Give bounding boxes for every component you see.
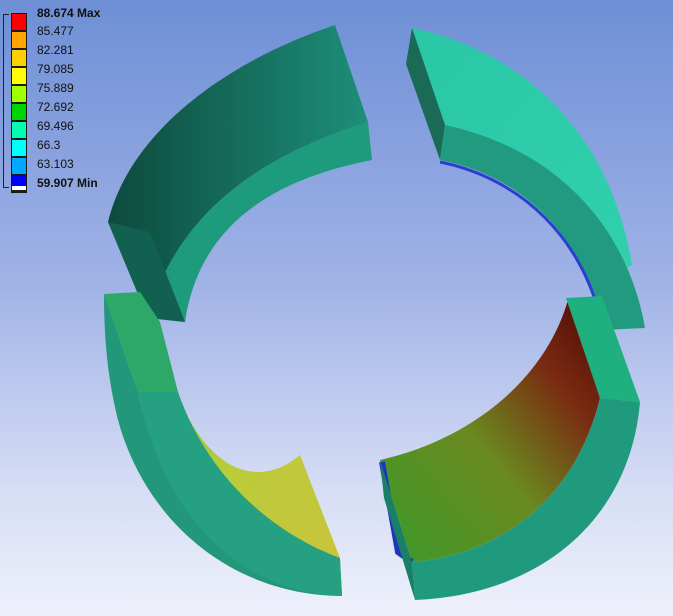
legend-min-label: 59.907 Min: [37, 176, 98, 190]
legend-bracket: [3, 14, 9, 188]
contour-legend: 88.674 Max 85.477 82.281 79.085 75.889 7…: [0, 0, 130, 200]
legend-swatch-1: [11, 13, 27, 31]
legend-swatch-7: [11, 121, 27, 139]
pad-lower-left[interactable]: [104, 292, 342, 596]
legend-value-8: 63.103: [37, 157, 74, 171]
legend-max-label: 88.674 Max: [37, 6, 101, 20]
legend-swatch-8: [11, 139, 27, 157]
legend-value-3: 79.085: [37, 62, 74, 76]
pad-upper-right[interactable]: [406, 28, 645, 331]
legend-value-5: 72.692: [37, 100, 74, 114]
legend-value-6: 69.496: [37, 119, 74, 133]
legend-swatch-9: [11, 157, 27, 175]
legend-value-7: 66.3: [37, 138, 61, 152]
pad-lower-right[interactable]: [379, 296, 640, 600]
graphics-viewport[interactable]: 88.674 Max 85.477 82.281 79.085 75.889 7…: [0, 0, 673, 616]
legend-swatch-11: [11, 185, 27, 191]
legend-value-4: 75.889: [37, 81, 74, 95]
legend-swatch-6: [11, 103, 27, 121]
legend-swatch-5: [11, 85, 27, 103]
legend-value-2: 82.281: [37, 43, 74, 57]
legend-swatch-2: [11, 31, 27, 49]
legend-swatch-4: [11, 67, 27, 85]
legend-value-1: 85.477: [37, 24, 74, 38]
legend-swatch-3: [11, 49, 27, 67]
pad-upper-left[interactable]: [108, 25, 372, 322]
